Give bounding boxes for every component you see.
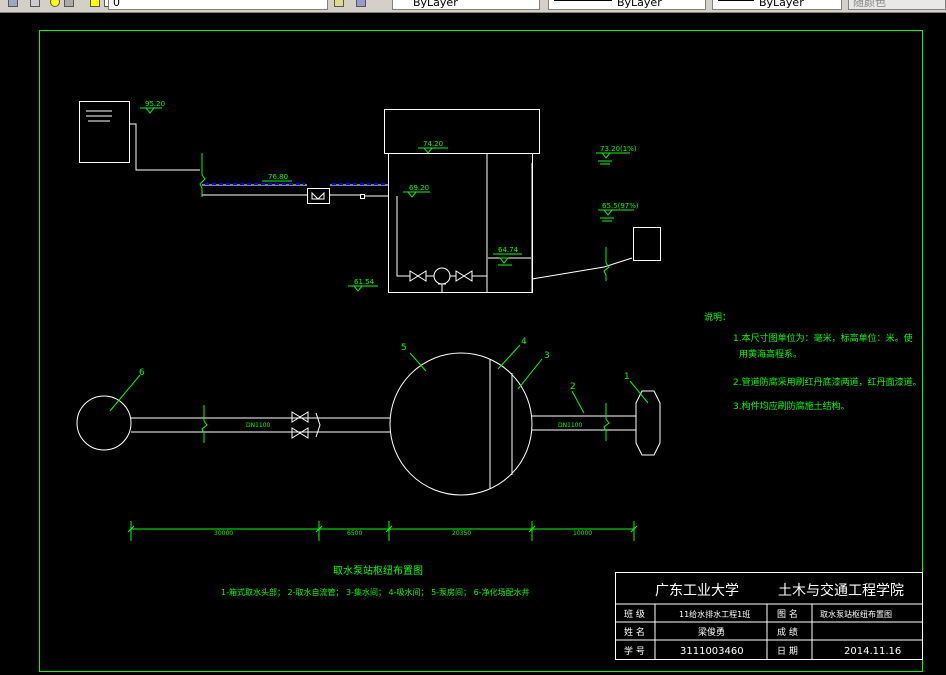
freeze-icon[interactable] — [64, 0, 74, 7]
elev-label-4: 69.20 — [409, 184, 429, 192]
dim-label-2: 6500 — [347, 530, 362, 537]
label-num-4: 4 — [521, 337, 527, 347]
notes-line-1: 1.本尺寸图单位为：毫米，标高单位：米。使 — [733, 332, 913, 344]
plan-section: 6 DN1100 5 4 3 DN1100 2 1 30000 6500 203… — [76, 337, 661, 597]
tb-date-value: 2014.11.16 — [844, 646, 901, 657]
elev-label-2: 76.80 — [268, 173, 288, 181]
label-num-1: 1 — [624, 372, 630, 382]
intake-head-plan — [635, 390, 661, 456]
tb-date-label: 日 期 — [777, 646, 798, 657]
layer-manager-icon[interactable] — [8, 0, 18, 7]
notes-heading: 说明： — [704, 311, 731, 323]
notes-line-2: 2.管道防腐采用刷红丹底漆两道，红丹面漆道。 — [733, 376, 922, 388]
label-num-5: 5 — [401, 343, 407, 353]
tb-name-value: 梁俊勇 — [698, 626, 725, 638]
elev-label-5: 73.20(1%) — [600, 145, 637, 153]
elev-label-3: 74.20 — [423, 140, 443, 148]
lineweight-preview — [718, 0, 754, 1]
plotstyle-value: 随颜色 — [853, 0, 886, 9]
elevation-section: 95.20 76.80 74.20 69.20 64.74 73.20(1%) … — [79, 100, 661, 293]
elev-label-7: 64.74 — [498, 246, 519, 254]
tb-school: 广东工业大学 — [655, 583, 739, 599]
gate-valve-box — [307, 188, 330, 204]
distribution-well — [76, 395, 132, 451]
notes-line-3: 3.构件均应刷防腐施土结构。 — [733, 400, 850, 412]
properties-toolbar: 0 ByLayer ByLayer ByLayer 随颜色 — [0, 0, 946, 13]
tb-drawing-value: 取水泵站枢纽布置图 — [820, 609, 892, 619]
elev-label-1: 95.20 — [145, 100, 165, 108]
tb-name-label: 姓 名 — [624, 626, 645, 638]
lock-icon[interactable] — [90, 0, 100, 7]
label-num-6: 6 — [139, 368, 145, 378]
pump — [433, 267, 451, 285]
dn-label-left: DN1100 — [246, 422, 271, 429]
plan-legend: 1-箱式取水头部； 2-取水自流管； 3-集水间； 4-吸水间； 5-泵房间； … — [221, 587, 530, 597]
model-space-canvas[interactable]: 95.20 76.80 74.20 69.20 64.74 73.20(1%) … — [0, 13, 946, 675]
tb-id-label: 学 号 — [624, 645, 645, 657]
pump-station-plan — [389, 352, 533, 496]
color-dropdown[interactable]: ByLayer — [392, 0, 540, 10]
dim-label-1: 30000 — [214, 530, 233, 537]
tb-grade-label: 成 绩 — [777, 626, 798, 638]
dn-label-right: DN1100 — [558, 422, 583, 429]
dim-label-4: 10000 — [573, 530, 592, 537]
lineweight-dropdown[interactable]: ByLayer — [712, 0, 842, 10]
make-current-icon[interactable] — [334, 0, 344, 7]
linetype-value: ByLayer — [617, 0, 662, 9]
elev-label-8: 61.54 — [354, 278, 375, 286]
label-num-3: 3 — [544, 351, 550, 361]
lightbulb-icon[interactable] — [50, 0, 60, 7]
linetype-dropdown[interactable]: ByLayer — [548, 0, 706, 10]
tb-id-value: 3111003460 — [680, 646, 744, 657]
layer-value: 0 — [113, 0, 120, 9]
intake-head — [633, 227, 661, 261]
pump-house-roof — [384, 109, 540, 154]
plan-title: 取水泵站枢纽布置图 — [333, 564, 423, 577]
tb-drawing-label: 图 名 — [777, 608, 798, 620]
title-block: 广东工业大学 土木与交通工程学院 班 级 11给水排水工程1班 图 名 取水泵站… — [615, 572, 923, 660]
layer-dropdown[interactable]: 0 — [108, 0, 328, 10]
tb-college: 土木与交通工程学院 — [778, 582, 904, 599]
dim-label-3: 20350 — [452, 530, 471, 537]
linetype-preview — [554, 0, 612, 1]
notes-block: 说明： 1.本尺寸图单位为：毫米，标高单位：米。使 用黄海高程系。 2.管道防腐… — [704, 311, 922, 412]
tb-class-label: 班 级 — [624, 608, 645, 620]
color-value: ByLayer — [413, 0, 458, 9]
notes-line-1b: 用黄海高程系。 — [739, 348, 802, 360]
tb-class-value: 11给水排水工程1班 — [679, 609, 750, 619]
plotstyle-dropdown[interactable]: 随颜色 — [848, 0, 946, 10]
elev-label-6: 65.5(97%) — [602, 202, 639, 210]
lineweight-value: ByLayer — [759, 0, 804, 9]
layer-previous-icon[interactable] — [356, 0, 366, 7]
layer-state-icon[interactable] — [30, 0, 40, 7]
label-num-2: 2 — [570, 382, 576, 392]
